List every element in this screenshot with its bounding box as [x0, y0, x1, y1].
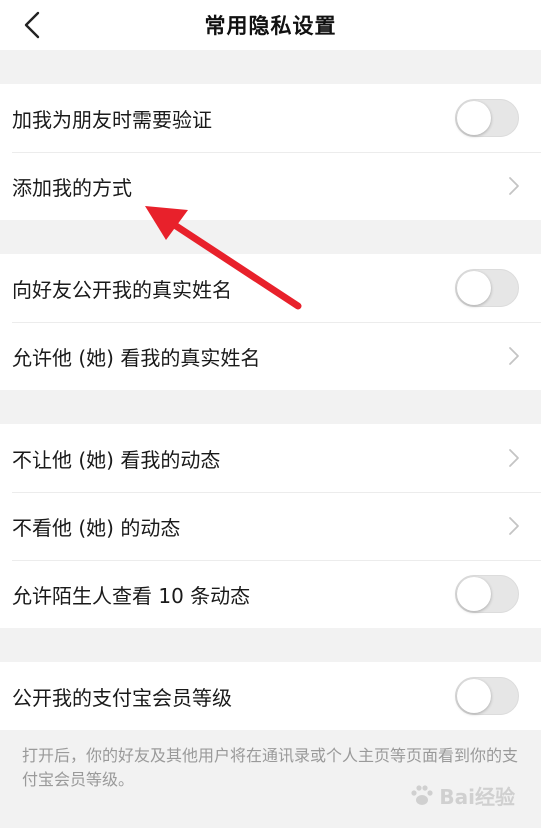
back-button[interactable] — [14, 7, 50, 43]
toggle-knob — [457, 271, 491, 305]
page-title: 常用隐私设置 — [204, 14, 337, 38]
chevron-left-icon — [24, 11, 40, 39]
chevron-right-icon — [507, 514, 521, 538]
settings-group-2: 向好友公开我的真实姓名 允许他 (她) 看我的真实姓名 — [0, 254, 541, 390]
setting-label: 加我为朋友时需要验证 — [12, 107, 212, 132]
setting-label: 不看他 (她) 的动态 — [12, 515, 181, 540]
chevron-right-icon — [507, 344, 521, 368]
section-gap — [0, 220, 541, 254]
toggle-knob — [457, 101, 491, 135]
setting-require-verification[interactable]: 加我为朋友时需要验证 — [0, 84, 541, 152]
setting-label: 允许陌生人查看 10 条动态 — [12, 583, 251, 608]
watermark-text: Bai经验 — [439, 785, 515, 809]
toggle-knob — [457, 679, 491, 713]
setting-hide-their-moments[interactable]: 不看他 (她) 的动态 — [0, 492, 541, 560]
setting-label: 向好友公开我的真实姓名 — [12, 277, 232, 302]
setting-show-real-name[interactable]: 向好友公开我的真实姓名 — [0, 254, 541, 322]
toggle-knob — [457, 577, 491, 611]
real-name-toggle[interactable] — [455, 269, 519, 307]
chevron-right-icon — [507, 174, 521, 198]
settings-group-4: 公开我的支付宝会员等级 — [0, 662, 541, 730]
alipay-level-toggle[interactable] — [455, 677, 519, 715]
settings-group-1: 加我为朋友时需要验证 添加我的方式 — [0, 84, 541, 220]
setting-label: 添加我的方式 — [12, 175, 132, 200]
section-gap — [0, 50, 541, 84]
section-gap — [0, 390, 541, 424]
strangers-moments-toggle[interactable] — [455, 575, 519, 613]
verification-toggle[interactable] — [455, 99, 519, 137]
nav-bar: 常用隐私设置 — [0, 0, 541, 50]
paw-icon — [411, 784, 433, 805]
settings-group-3: 不让他 (她) 看我的动态 不看他 (她) 的动态 允许陌生人查看 10 条动态 — [0, 424, 541, 628]
setting-allow-view-real-name[interactable]: 允许他 (她) 看我的真实姓名 — [0, 322, 541, 390]
watermark: Bai经验 — [409, 781, 515, 810]
section-gap — [0, 628, 541, 662]
setting-show-alipay-level[interactable]: 公开我的支付宝会员等级 — [0, 662, 541, 730]
setting-strangers-view-moments[interactable]: 允许陌生人查看 10 条动态 — [0, 560, 541, 628]
setting-label: 允许他 (她) 看我的真实姓名 — [12, 345, 261, 370]
setting-hide-my-moments[interactable]: 不让他 (她) 看我的动态 — [0, 424, 541, 492]
chevron-right-icon — [507, 446, 521, 470]
setting-add-me-methods[interactable]: 添加我的方式 — [0, 152, 541, 220]
setting-label: 公开我的支付宝会员等级 — [12, 685, 232, 710]
setting-label: 不让他 (她) 看我的动态 — [12, 447, 221, 472]
